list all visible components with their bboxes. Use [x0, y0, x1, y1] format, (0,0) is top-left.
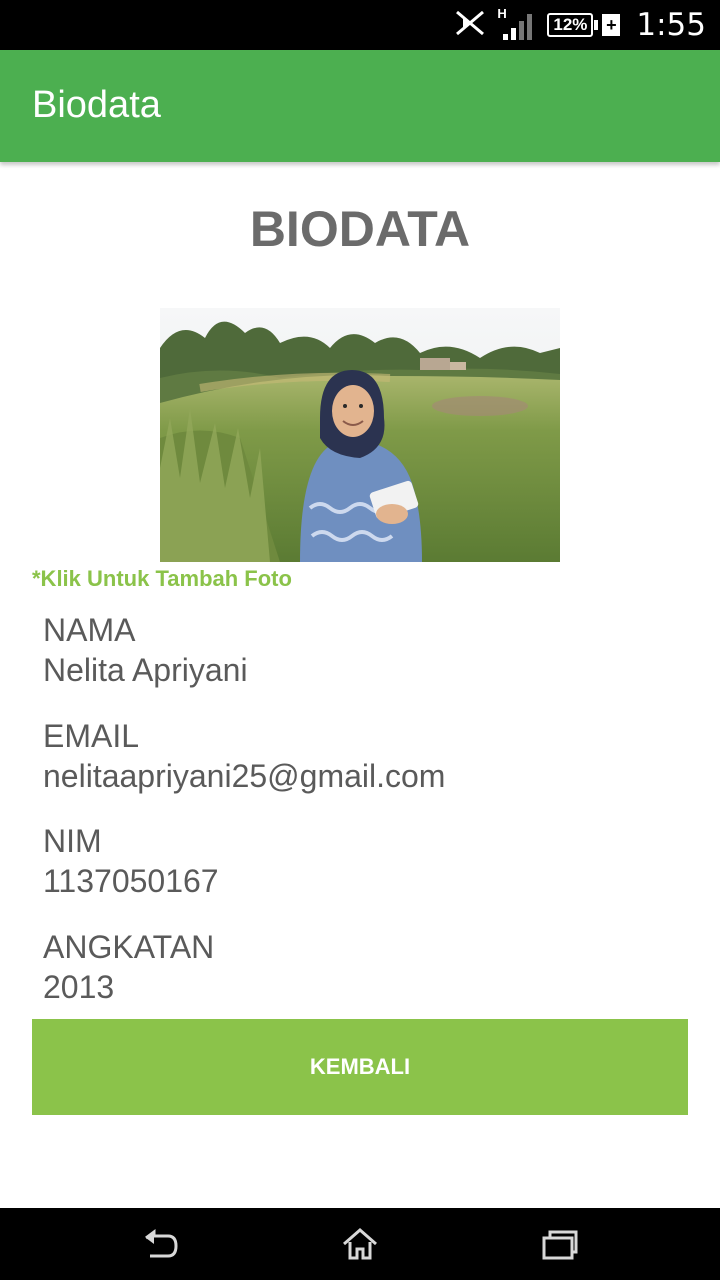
profile-photo[interactable] [160, 308, 560, 562]
signal-icon: H [497, 6, 537, 42]
add-photo-hint[interactable]: *Klik Untuk Tambah Foto [32, 566, 292, 592]
nav-bar [0, 1208, 720, 1280]
field-value: Nelita Apriyani [43, 652, 248, 688]
field-value: 2013 [43, 969, 115, 1005]
field-label: NIM [43, 823, 102, 859]
field-label: NAMA [43, 612, 136, 648]
field-email: EMAIL nelitaapriyani25@gmail.com [43, 716, 445, 796]
page-title: BIODATA [249, 201, 471, 257]
back-icon[interactable] [140, 1226, 180, 1262]
battery-percent: 12% [547, 13, 594, 37]
no-nfc-icon [453, 8, 487, 43]
field-nama: NAMA Nelita Apriyani [43, 610, 248, 690]
field-value: 1137050167 [43, 863, 219, 899]
field-nim: NIM 1137050167 [43, 821, 219, 901]
app-bar: Biodata [0, 50, 720, 162]
app-bar-title: Biodata [32, 84, 161, 126]
field-label: ANGKATAN [43, 929, 215, 965]
field-angkatan: ANGKATAN 2013 [43, 927, 214, 1007]
charging-icon: + [602, 14, 621, 36]
status-bar: H 12% + 1:55 [0, 0, 720, 50]
back-button[interactable]: KEMBALI [32, 1019, 688, 1115]
field-label: EMAIL [43, 718, 140, 754]
battery-icon: 12% + [547, 13, 621, 37]
clock: 1:55 [636, 7, 706, 43]
field-value: nelitaapriyani25@gmail.com [43, 758, 446, 794]
home-icon[interactable] [340, 1226, 380, 1262]
recents-icon[interactable] [540, 1226, 580, 1262]
